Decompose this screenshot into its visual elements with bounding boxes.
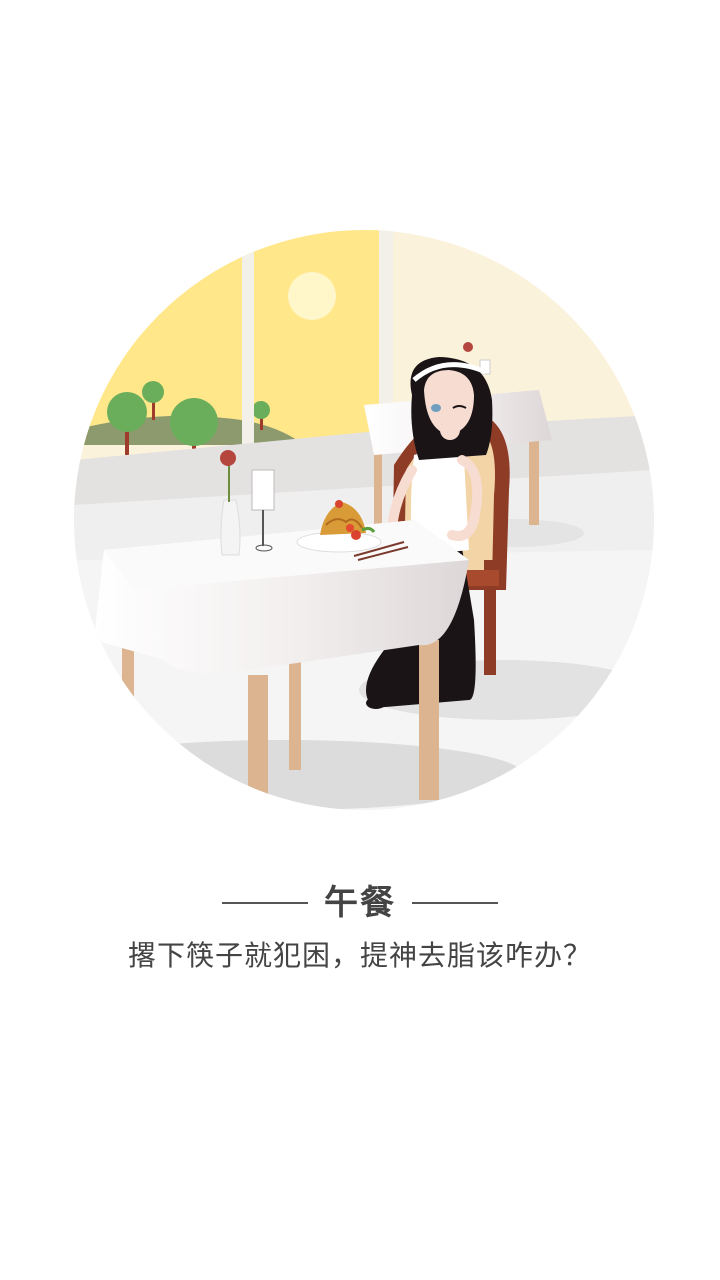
onboarding-page[interactable]: 午餐 撂下筷子就犯困，提神去脂该咋办？ (0, 0, 720, 1280)
title-left-line (222, 902, 308, 904)
title-right-line (412, 902, 498, 904)
title-row: 午餐 (0, 878, 720, 928)
page-subtitle: 撂下筷子就犯困，提神去脂该咋办？ (127, 939, 592, 972)
lunch-illustration (74, 230, 654, 810)
page-title: 午餐 (324, 883, 396, 923)
